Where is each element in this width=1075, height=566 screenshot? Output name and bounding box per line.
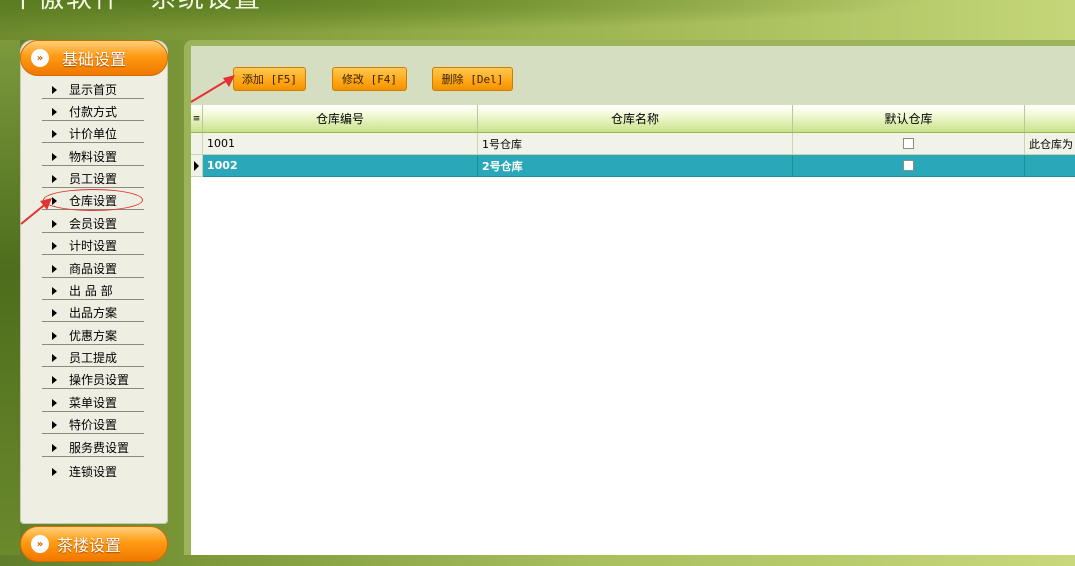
- sidebar-item-label: 会员设置: [69, 217, 118, 231]
- sidebar-item-label: 菜单设置: [69, 396, 118, 410]
- triangle-right-icon: [52, 152, 57, 161]
- sidebar-item-label: 特价设置: [69, 418, 118, 432]
- current-row-arrow-icon: [194, 161, 199, 171]
- sidebar-item-label: 优惠方案: [69, 329, 118, 343]
- warehouse-table[interactable]: ≡ 仓库编号 仓库名称 默认仓库 1001 1号仓库 此仓库为 1002 2号仓…: [191, 105, 1075, 555]
- section-header-basic-settings[interactable]: » 基础设置: [20, 40, 168, 76]
- cell-note[interactable]: [1025, 155, 1075, 177]
- cell-name[interactable]: 2号仓库: [478, 155, 793, 177]
- sidebar-item-commission[interactable]: 员工提成: [42, 349, 144, 367]
- annotation-arrow-add: [190, 75, 235, 103]
- sidebar-item-payment[interactable]: 付款方式: [42, 103, 144, 121]
- section-title: 茶楼设置: [57, 536, 122, 555]
- triangle-right-icon: [52, 107, 57, 116]
- sidebar-item-chain[interactable]: 连锁设置: [42, 463, 144, 480]
- table-row[interactable]: 1001 1号仓库 此仓库为: [191, 133, 1075, 155]
- triangle-right-icon: [52, 308, 57, 317]
- page-title: 系统设置: [150, 0, 262, 15]
- section-title: 基础设置: [62, 50, 127, 69]
- triangle-right-icon: [52, 443, 57, 452]
- cell-default[interactable]: [793, 155, 1025, 177]
- row-indicator[interactable]: [191, 133, 203, 155]
- sidebar-item-staff[interactable]: 员工设置: [42, 170, 144, 188]
- fast-forward-icon: »: [31, 535, 49, 553]
- delete-button[interactable]: 删除 [Del]: [432, 67, 513, 91]
- sidebar-item-label: 操作员设置: [69, 373, 130, 387]
- sidebar-section-2: » 茶楼设置: [20, 526, 168, 566]
- sidebar-item-products[interactable]: 商品设置: [42, 260, 144, 278]
- sidebar-item-label: 服务费设置: [69, 441, 130, 455]
- sidebar-item-menu[interactable]: 菜单设置: [42, 394, 144, 412]
- cell-default[interactable]: [793, 133, 1025, 155]
- column-header-default[interactable]: 默认仓库: [793, 105, 1025, 132]
- triangle-right-icon: [52, 286, 57, 295]
- sidebar-item-label: 计时设置: [69, 239, 118, 253]
- sidebar-item-label: 付款方式: [69, 105, 118, 119]
- triangle-right-icon: [52, 241, 57, 250]
- sidebar: » 基础设置 显示首页 付款方式 计价单位 物料设置 员工设置 仓库设置 会员设…: [20, 40, 168, 524]
- triangle-right-icon: [52, 467, 57, 476]
- sidebar-item-label: 商品设置: [69, 262, 118, 276]
- triangle-right-icon: [52, 331, 57, 340]
- sidebar-item-operators[interactable]: 操作员设置: [42, 371, 144, 389]
- sidebar-item-service-fee[interactable]: 服务费设置: [42, 439, 144, 457]
- triangle-right-icon: [52, 264, 57, 273]
- triangle-right-icon: [52, 174, 57, 183]
- cell-note[interactable]: 此仓库为: [1025, 133, 1075, 155]
- annotation-arrow-warehouse: [20, 198, 52, 225]
- triangle-right-icon: [52, 353, 57, 362]
- row-indicator[interactable]: [191, 155, 203, 177]
- triangle-right-icon: [52, 420, 57, 429]
- sidebar-item-label: 出 品 部: [69, 284, 113, 298]
- triangle-right-icon: [52, 129, 57, 138]
- sidebar-item-label: 物料设置: [69, 150, 118, 164]
- background-decoration: [0, 40, 20, 555]
- sidebar-item-label: 出品方案: [69, 306, 118, 320]
- sidebar-item-units[interactable]: 计价单位: [42, 125, 144, 143]
- sidebar-item-label: 员工提成: [69, 351, 118, 365]
- triangle-right-icon: [52, 85, 57, 94]
- column-header-name[interactable]: 仓库名称: [478, 105, 793, 132]
- sidebar-item-label: 员工设置: [69, 172, 118, 186]
- column-header-note[interactable]: [1025, 105, 1075, 132]
- default-checkbox[interactable]: [903, 138, 914, 149]
- triangle-right-icon: [52, 398, 57, 407]
- sidebar-item-output-dept[interactable]: 出 品 部: [42, 282, 144, 300]
- sidebar-item-label: 显示首页: [69, 83, 118, 97]
- sidebar-item-materials[interactable]: 物料设置: [42, 148, 144, 166]
- cell-code[interactable]: 1001: [203, 133, 478, 155]
- app-title: 千傲软件: [10, 0, 122, 15]
- sidebar-item-home[interactable]: 显示首页: [42, 81, 144, 99]
- sidebar-item-label: 计价单位: [69, 127, 118, 141]
- sidebar-item-discount[interactable]: 优惠方案: [42, 327, 144, 345]
- sidebar-item-output-plan[interactable]: 出品方案: [42, 304, 144, 322]
- sidebar-item-label: 连锁设置: [69, 465, 118, 479]
- annotation-ellipse: [43, 189, 143, 211]
- default-checkbox[interactable]: [903, 160, 914, 171]
- cell-name[interactable]: 1号仓库: [478, 133, 793, 155]
- sidebar-item-special-price[interactable]: 特价设置: [42, 416, 144, 434]
- fast-forward-icon: »: [31, 49, 49, 67]
- cell-code[interactable]: 1002: [203, 155, 478, 177]
- table-header: ≡ 仓库编号 仓库名称 默认仓库: [191, 105, 1075, 133]
- edit-button[interactable]: 修改 [F4]: [332, 67, 407, 91]
- triangle-right-icon: [52, 375, 57, 384]
- table-row[interactable]: 1002 2号仓库: [191, 155, 1075, 177]
- sidebar-item-timing[interactable]: 计时设置: [42, 237, 144, 255]
- title-bar: 千傲软件 系统设置: [0, 0, 1075, 40]
- section-header-teahouse-settings[interactable]: » 茶楼设置: [20, 526, 168, 562]
